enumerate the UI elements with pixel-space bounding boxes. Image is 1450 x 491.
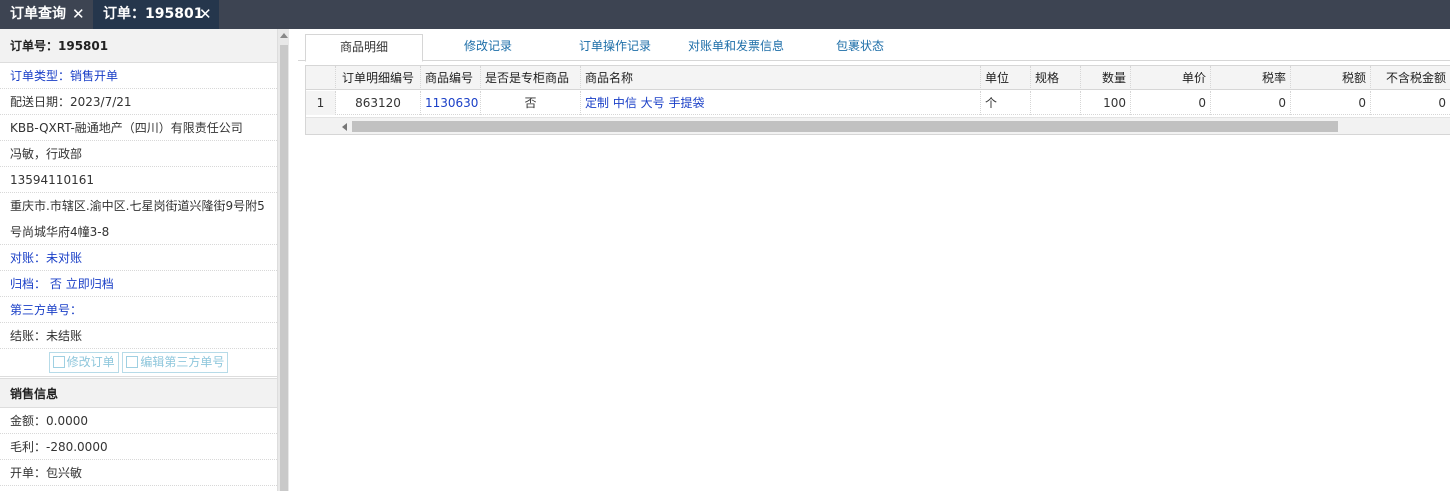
col-tax-amount[interactable]: 税额 [1291,66,1371,90]
order-type: 订单类型：销售开单 [0,63,277,89]
row-number: 1 [306,91,336,115]
panel-scrollbar[interactable] [277,29,289,491]
col-detail-id[interactable]: 订单明细编号 [336,66,421,90]
sales-amount: 金额：0.0000 [0,408,277,434]
cell-quantity: 100 [1081,91,1131,115]
delivery-date: 配送日期：2023/7/21 [0,89,277,115]
order-info-panel: 订单号：195801 订单类型：销售开单 配送日期：2023/7/21 KBB-… [0,29,277,491]
cell-spec [1031,91,1081,115]
tab-package-status[interactable]: 包裹状态 [810,34,910,61]
cell-counter-product: 否 [481,91,581,115]
grid-header-row: 订单明细编号 商品编号 是否是专柜商品 商品名称 单位 规格 数量 单价 税率 … [306,66,1450,90]
product-detail-grid: 订单明细编号 商品编号 是否是专柜商品 商品名称 单位 规格 数量 单价 税率 … [305,65,1450,135]
horizontal-scrollbar-thumb[interactable] [352,121,1338,132]
col-quantity[interactable]: 数量 [1081,66,1131,90]
top-tab-bar: 订单查询 ✕ 订单：195801 ✕ [0,0,1450,29]
order-action-buttons: 修改订单 编辑第三方单号 [0,349,277,377]
col-product-name[interactable]: 商品名称 [581,66,981,90]
cell-product-name-link[interactable]: 定制 中信 大号 手提袋 [581,91,981,115]
archive-value: 否 [49,277,62,291]
edit-order-label: 修改订单 [66,355,115,369]
cell-amount-ex-tax: 0 [1371,91,1450,115]
col-unit[interactable]: 单位 [981,66,1031,90]
order-number-header: 订单号：195801 [0,29,277,63]
edit-order-button[interactable]: 修改订单 [48,352,119,373]
cell-tax-amount: 0 [1291,91,1371,115]
cell-unit-price: 0 [1131,91,1211,115]
sales-info-header: 销售信息 [0,378,277,408]
order-detail-area: 商品明细 修改记录 订单操作记录 对账单和发票信息 包裹状态 订单明细编号 商品… [298,29,1450,491]
order-creator: 开单：包兴敏 [0,460,277,486]
edit-icon [126,356,139,368]
phone-number: 13594110161 [0,167,277,193]
company-name: KBB-QXRT-融通地产（四川）有限责任公司 [0,115,277,141]
cell-tax-rate: 0 [1211,91,1291,115]
col-counter-product[interactable]: 是否是专柜商品 [481,66,581,90]
archive-label: 归档： [10,277,47,291]
tab-order-query[interactable]: 订单查询 ✕ [0,0,92,29]
tab-product-details[interactable]: 商品明细 [305,34,423,62]
scroll-left-icon[interactable] [342,123,347,131]
tab-operation-log[interactable]: 订单操作记录 [560,34,670,61]
third-party-number: 第三方单号： [0,297,277,323]
scroll-up-icon[interactable] [280,33,288,38]
gross-profit: 毛利：-280.0000 [0,434,277,460]
edit-third-party-button[interactable]: 编辑第三方单号 [122,352,229,373]
tab-order-query-label: 订单查询 [10,6,66,22]
cell-product-id-link[interactable]: 1130630 [421,91,481,115]
col-rownum [306,66,336,90]
tab-order-195801-label: 订单：195801 [103,6,204,22]
edit-icon [52,356,65,368]
archive-now-link[interactable]: 立即归档 [66,277,114,291]
col-amount-ex-tax[interactable]: 不含税金额 [1371,66,1450,90]
col-spec[interactable]: 规格 [1031,66,1081,90]
close-icon[interactable]: ✕ [199,0,212,29]
contact-person: 冯敏，行政部 [0,141,277,167]
cell-unit: 个 [981,91,1031,115]
table-row[interactable]: 1 863120 1130630 否 定制 中信 大号 手提袋 个 100 0 … [306,91,1450,115]
settle-status: 结账：未结账 [0,323,277,349]
col-tax-rate[interactable]: 税率 [1211,66,1291,90]
col-product-id[interactable]: 商品编号 [421,66,481,90]
scrollbar-thumb[interactable] [280,45,288,491]
delivery-address: 重庆市.市辖区.渝中区.七星岗街道兴隆街9号附5号尚城华府4幢3-8 [0,193,277,245]
detail-tabs: 商品明细 修改记录 订单操作记录 对账单和发票信息 包裹状态 [298,34,1450,62]
tab-statement-invoice[interactable]: 对账单和发票信息 [678,34,794,61]
tab-order-195801[interactable]: 订单：195801 ✕ [93,0,219,29]
archive-status: 归档： 否 立即归档 [0,271,277,297]
tab-modification-log[interactable]: 修改记录 [438,34,538,61]
horizontal-scrollbar[interactable] [306,117,1450,134]
cell-detail-id: 863120 [336,91,421,115]
reconcile-status: 对账：未对账 [0,245,277,271]
close-icon[interactable]: ✕ [72,0,85,29]
edit-third-party-label: 编辑第三方单号 [140,355,225,369]
col-unit-price[interactable]: 单价 [1131,66,1211,90]
